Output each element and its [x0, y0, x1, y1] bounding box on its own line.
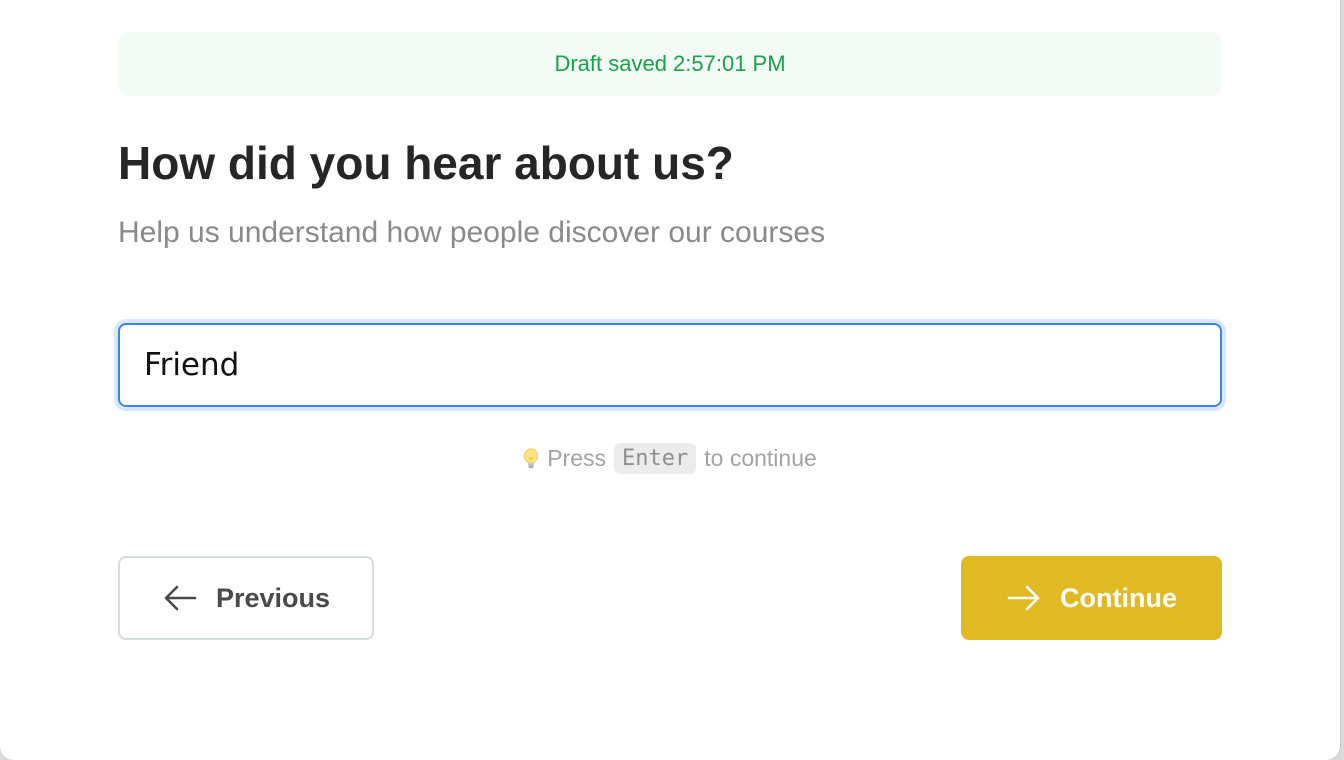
- question-panel: Draft saved 2:57:01 PM How did you hear …: [118, 32, 1222, 640]
- continue-button[interactable]: Continue: [961, 556, 1222, 640]
- previous-button-label: Previous: [215, 582, 331, 613]
- enter-key-badge: Enter: [614, 443, 697, 474]
- question-subtitle: Help us understand how people discover o…: [118, 216, 826, 249]
- lightbulb-icon: [523, 448, 539, 470]
- app-window: Draft saved 2:57:01 PM How did you hear …: [0, 0, 1340, 760]
- navigation-row: Previous Continue: [118, 556, 1222, 640]
- answer-field: [118, 323, 1222, 407]
- answer-input[interactable]: [120, 325, 1220, 405]
- hint-suffix: to continue: [704, 445, 817, 471]
- arrow-right-icon: [1006, 583, 1042, 613]
- question-title: How did you hear about us?: [118, 137, 734, 189]
- arrow-left-icon: [162, 583, 198, 613]
- draft-saved-banner: Draft saved 2:57:01 PM: [118, 32, 1222, 96]
- draft-saved-text: Draft saved 2:57:01 PM: [554, 51, 786, 76]
- hint-prefix: Press: [547, 445, 607, 471]
- continue-button-label: Continue: [1060, 582, 1177, 613]
- previous-button[interactable]: Previous: [118, 556, 374, 640]
- keyboard-hint: Press Enter to continue: [118, 443, 1222, 474]
